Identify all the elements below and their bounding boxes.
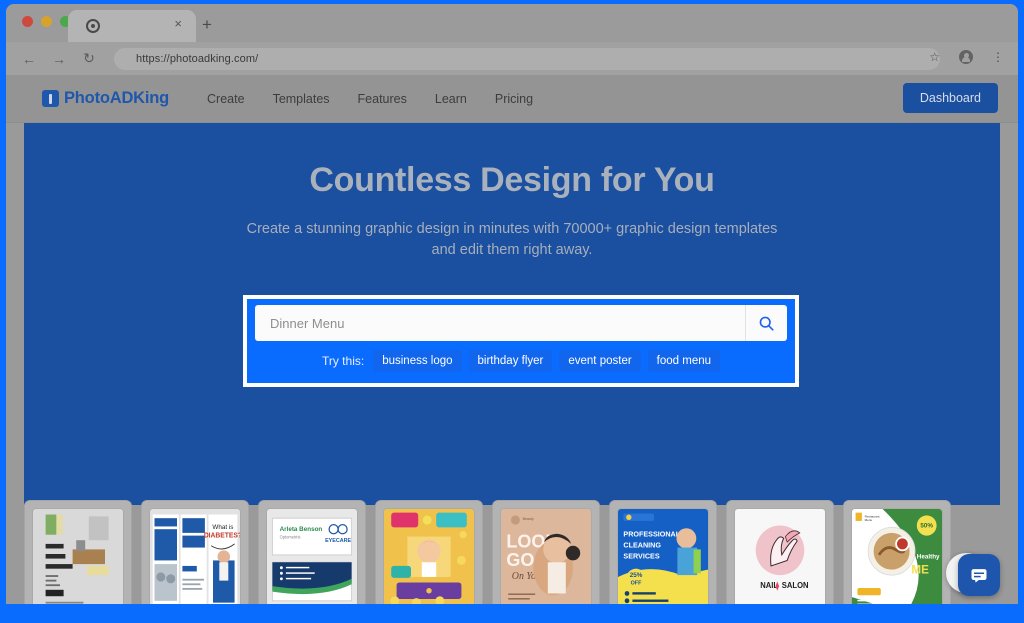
svg-text:What is: What is	[212, 524, 233, 531]
url-text: https://photoadking.com/	[136, 52, 259, 65]
template-card-flyer[interactable]: Flyer	[24, 500, 132, 604]
minimize-window-button[interactable]	[41, 16, 52, 27]
template-card-brochure[interactable]: What is DIABETES? Brochure	[141, 500, 249, 604]
url-input[interactable]: https://photoadking.com/	[114, 47, 940, 70]
svg-text:50%: 50%	[920, 522, 933, 529]
svg-text:Beauty: Beauty	[523, 517, 534, 521]
template-thumbnail: NAIL SALON	[734, 508, 826, 604]
template-card-product-ad[interactable]: PROFESSIONAL CLEANING SERVICES 25% OFF	[609, 500, 717, 604]
browser-tab[interactable]: ×	[68, 10, 196, 42]
browser-tab-strip: × +	[6, 4, 1018, 42]
browser-address-bar: ← → ↻ https://photoadking.com/ ☆ ⋮	[6, 42, 1018, 75]
template-card-business-card[interactable]: Arleta Benson Optometrist EYECARE	[258, 500, 366, 604]
template-card-invitation[interactable]: Invitation	[375, 500, 483, 604]
svg-text:OFF: OFF	[631, 580, 642, 586]
search-button[interactable]	[745, 305, 787, 341]
hero-section: Countless Design for You Create a stunni…	[24, 123, 1000, 505]
nav-link-learn[interactable]: Learn	[435, 92, 467, 106]
back-icon[interactable]: ←	[22, 51, 36, 67]
site-header: PhotoADKing Create Templates Features Le…	[6, 75, 1018, 123]
tab-favicon-icon	[86, 19, 100, 33]
svg-text:Optometrist: Optometrist	[280, 534, 302, 539]
svg-text:25%: 25%	[630, 572, 643, 579]
template-thumbnail	[383, 508, 475, 604]
suggestion-chip-business-logo[interactable]: business logo	[373, 350, 462, 372]
try-this-label: Try this:	[321, 354, 365, 368]
hero-subtitle-line-2: and edit them right away.	[431, 242, 593, 259]
suggestion-chip-event-poster[interactable]: event poster	[559, 350, 641, 372]
nav-link-create[interactable]: Create	[207, 92, 245, 106]
svg-text:SERVICES: SERVICES	[623, 552, 659, 561]
search-bar	[255, 305, 787, 341]
new-tab-button[interactable]: +	[202, 16, 212, 33]
svg-text:ME: ME	[911, 562, 929, 576]
nav-link-pricing[interactable]: Pricing	[495, 92, 533, 106]
search-highlight-box: Try this: business logo birthday flyer e…	[243, 295, 799, 387]
account-avatar-icon[interactable]	[959, 50, 973, 64]
browser-menu-icon[interactable]: ⋮	[992, 51, 1004, 63]
nav-link-features[interactable]: Features	[358, 92, 407, 106]
svg-text:EYECARE: EYECARE	[325, 538, 351, 544]
browser-window: × + ← → ↻ https://photoadking.com/ ☆ ⋮ P…	[6, 4, 1018, 604]
template-category-carousel: Flyer	[24, 500, 1012, 604]
template-thumbnail: Arleta Benson Optometrist EYECARE	[266, 508, 358, 604]
site-logo[interactable]: PhotoADKing	[42, 89, 169, 108]
suggestion-chip-food-menu[interactable]: food menu	[647, 350, 721, 372]
template-thumbnail: What is DIABETES?	[149, 508, 241, 604]
window-traffic-lights	[22, 16, 71, 27]
chat-icon	[971, 569, 987, 583]
template-thumbnail: PROFESSIONAL CLEANING SERVICES 25% OFF	[617, 508, 709, 604]
chat-widget-button[interactable]	[958, 554, 1000, 596]
tab-close-icon[interactable]: ×	[174, 17, 182, 30]
close-window-button[interactable]	[22, 16, 33, 27]
logo-text: PhotoADKing	[64, 89, 170, 107]
dashboard-button[interactable]: Dashboard	[902, 83, 998, 113]
template-thumbnail: Beauty LOOK GOOD On You	[500, 508, 592, 604]
template-card-logo[interactable]: NAIL SALON Logo	[726, 500, 834, 604]
template-card-instagram-post[interactable]: Restaurant Menu 50% Healthy ME	[843, 500, 951, 604]
forward-icon[interactable]: →	[52, 51, 66, 67]
screenshot-highlight-frame: × + ← → ↻ https://photoadking.com/ ☆ ⋮ P…	[0, 0, 1024, 623]
page-content: PhotoADKing Create Templates Features Le…	[6, 75, 1018, 604]
template-thumbnail	[32, 508, 124, 604]
logo-mark-icon	[42, 90, 59, 107]
template-card-poster[interactable]: Beauty LOOK GOOD On You	[492, 500, 600, 604]
svg-text:NAIL: NAIL	[760, 581, 778, 590]
bookmark-star-icon[interactable]: ☆	[929, 51, 940, 63]
svg-text:PROFESSIONAL: PROFESSIONAL	[623, 529, 680, 538]
svg-text:Menu: Menu	[865, 518, 873, 522]
hero-subtitle-line-1: Create a stunning graphic design in minu…	[246, 221, 778, 237]
svg-text:SALON: SALON	[782, 581, 809, 590]
template-thumbnail: Restaurant Menu 50% Healthy ME	[851, 508, 943, 604]
try-this-suggestions: Try this: business logo birthday flyer e…	[255, 350, 787, 372]
main-navigation: Create Templates Features Learn Pricing	[207, 92, 533, 106]
svg-text:Arleta Benson: Arleta Benson	[280, 526, 323, 533]
nav-link-templates[interactable]: Templates	[273, 92, 330, 106]
svg-text:DIABETES?: DIABETES?	[204, 532, 240, 539]
svg-text:CLEANING: CLEANING	[623, 540, 661, 549]
address-bar-icons: ☆ ⋮	[929, 50, 1004, 64]
svg-text:Healthy: Healthy	[917, 554, 940, 561]
hero-subtitle: Create a stunning graphic design in minu…	[24, 219, 1000, 261]
suggestion-chip-birthday-flyer[interactable]: birthday flyer	[468, 350, 553, 372]
page-title: Countless Design for You	[309, 161, 715, 199]
search-icon	[759, 316, 774, 331]
search-input[interactable]	[255, 315, 745, 331]
reload-icon[interactable]: ↻	[82, 50, 96, 67]
